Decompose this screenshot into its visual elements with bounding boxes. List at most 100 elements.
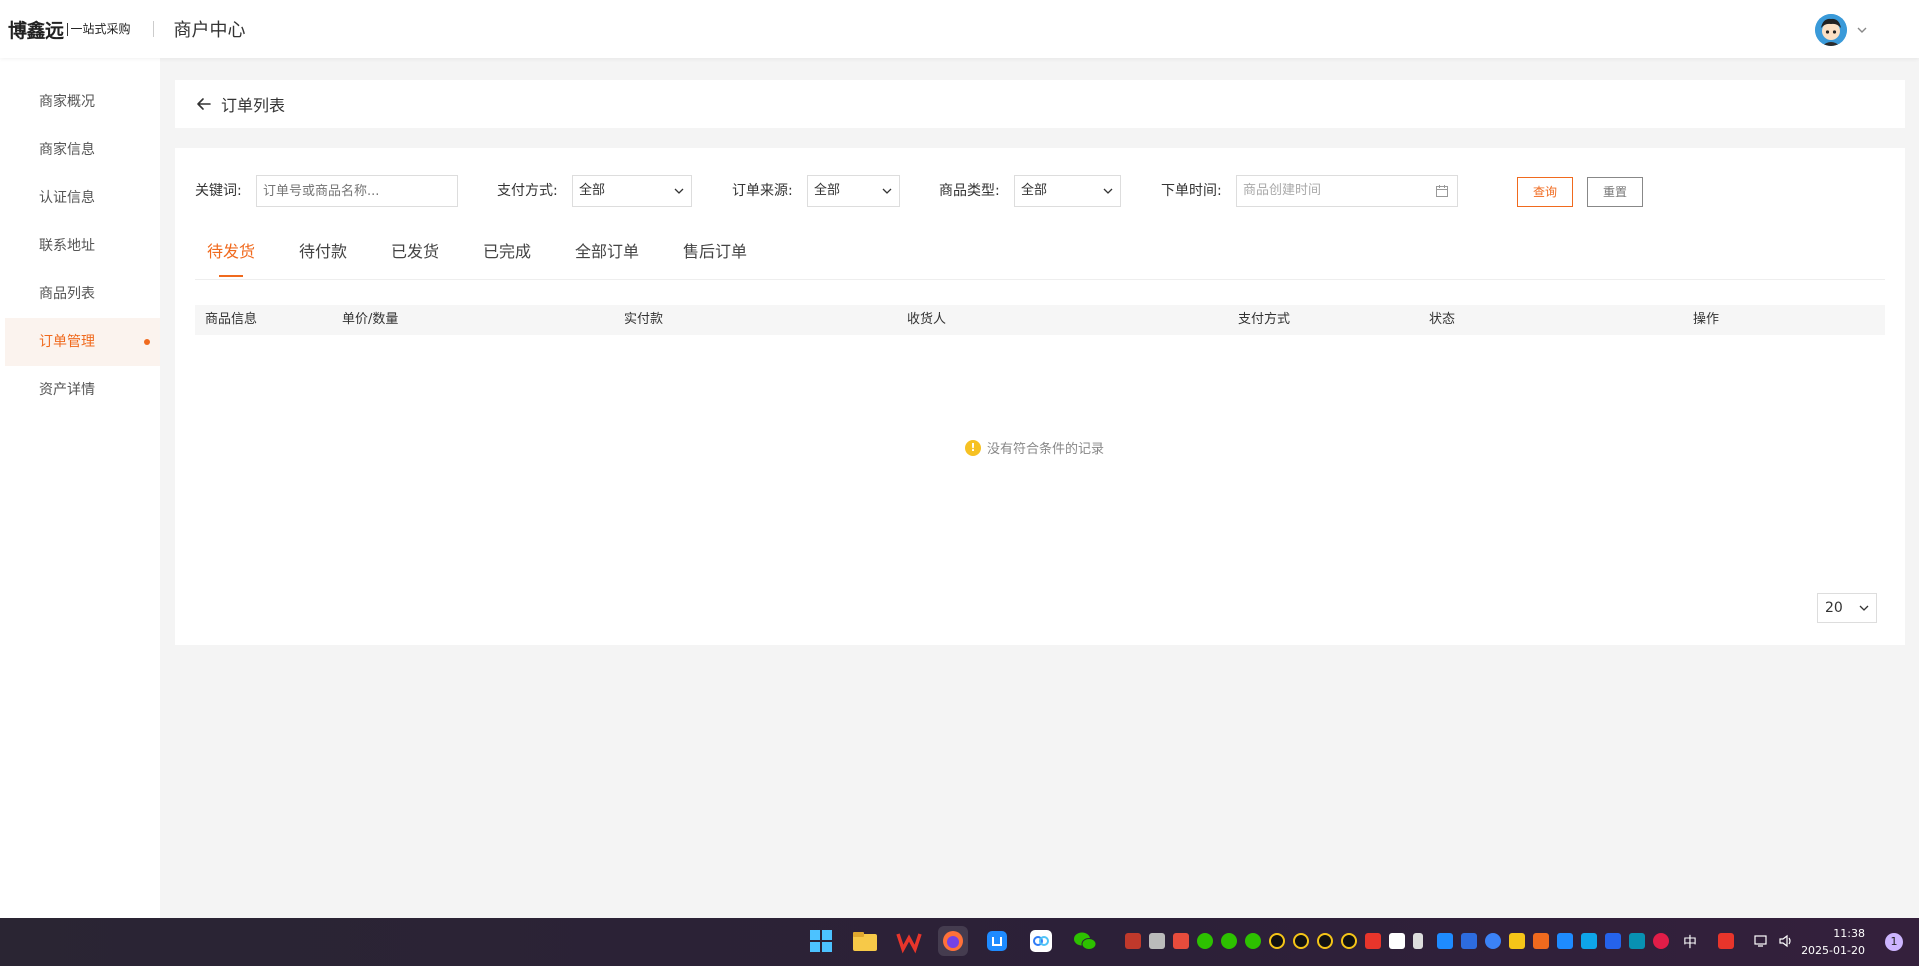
keyword-input[interactable] <box>256 175 458 207</box>
type-select[interactable]: 全部 <box>1014 175 1121 207</box>
volume-icon[interactable] <box>1778 933 1794 949</box>
chevron-down-icon <box>882 188 892 194</box>
keyword-label: 关键词: <box>195 183 242 199</box>
tab-shipped[interactable]: 已发货 <box>391 236 439 280</box>
logo-sub-text: 一站式采购 <box>66 22 131 36</box>
order-status-tabs: 待发货 待付款 已发货 已完成 全部订单 售后订单 <box>195 236 1885 280</box>
logo-main-text: 博鑫远 <box>8 19 64 42</box>
sidebar-item-merchant-info[interactable]: 商家信息 <box>5 126 160 174</box>
tray-wechat-icon[interactable] <box>1221 933 1237 949</box>
tray-app-icon[interactable] <box>1149 933 1165 949</box>
payment-value: 全部 <box>579 183 606 198</box>
sidebar-item-label: 资产详情 <box>39 382 95 398</box>
windows-taskbar: 中 11:38 2025-01-20 1 <box>0 918 1919 966</box>
back-arrow-icon[interactable] <box>195 95 213 113</box>
sidebar-item-assets[interactable]: 资产详情 <box>5 366 160 414</box>
tab-label: 已发货 <box>391 242 440 261</box>
chevron-down-icon <box>1103 188 1113 194</box>
firefox-icon[interactable] <box>938 926 968 956</box>
payment-label: 支付方式: <box>497 183 558 199</box>
tray-app-icon[interactable] <box>1461 933 1477 949</box>
time-label: 下单时间: <box>1161 183 1222 199</box>
avatar-icon <box>1815 14 1847 46</box>
notification-badge[interactable]: 1 <box>1885 933 1903 951</box>
column-header: 状态 <box>1429 312 1456 327</box>
tray-app-icon[interactable] <box>1509 933 1525 949</box>
tray-qq-icon[interactable] <box>1293 933 1309 949</box>
tab-completed[interactable]: 已完成 <box>483 236 531 280</box>
tray-app-icon[interactable] <box>1485 933 1501 949</box>
file-explorer-icon[interactable] <box>850 926 880 956</box>
sidebar-item-certification[interactable]: 认证信息 <box>5 174 160 222</box>
tray-app-icon[interactable] <box>1173 933 1189 949</box>
order-table-header: 商品信息 单价/数量 实付款 收货人 支付方式 状态 操作 <box>195 305 1885 335</box>
column-header: 实付款 <box>624 312 664 327</box>
active-tab-underline <box>219 275 244 277</box>
tray-app-icon[interactable] <box>1125 933 1141 949</box>
tray-app-icon[interactable] <box>1581 933 1597 949</box>
brand-logo[interactable]: 博鑫远 一站式采购 <box>8 16 131 43</box>
tray-usb-icon[interactable] <box>1413 933 1423 949</box>
header-title: 商户中心 <box>173 20 246 41</box>
wechat-icon[interactable] <box>1070 926 1100 956</box>
app-blue-icon[interactable] <box>982 926 1012 956</box>
network-icon[interactable] <box>1754 933 1770 949</box>
tab-label: 待发货 <box>207 242 256 261</box>
sidebar-item-label: 商家概况 <box>39 94 95 110</box>
tray-wps-icon[interactable] <box>1365 933 1381 949</box>
avatar[interactable] <box>1815 14 1847 46</box>
order-time-picker[interactable]: 商品创建时间 <box>1236 175 1458 207</box>
tray-qq-icon[interactable] <box>1269 933 1285 949</box>
tray-wechat-icon[interactable] <box>1245 933 1261 949</box>
page-size-value: 20 <box>1825 600 1843 616</box>
tray-app-icon[interactable] <box>1437 933 1453 949</box>
page-size-select[interactable]: 20 <box>1817 593 1877 623</box>
user-menu[interactable] <box>1815 14 1869 46</box>
tray-app-icon[interactable] <box>1653 933 1669 949</box>
type-value: 全部 <box>1021 183 1048 198</box>
calendar-icon <box>1436 185 1448 197</box>
tab-pending-shipment[interactable]: 待发货 <box>207 236 255 280</box>
source-select[interactable]: 全部 <box>807 175 900 207</box>
sidebar-item-address[interactable]: 联系地址 <box>5 222 160 270</box>
filter-bar: 关键词: 支付方式: 全部 订单来源: 全部 商品类型: 全部 下单时间: 商品… <box>195 175 1885 207</box>
tray-netdisk-icon[interactable] <box>1389 933 1405 949</box>
chevron-down-icon <box>1859 605 1869 611</box>
tray-qq-icon[interactable] <box>1317 933 1333 949</box>
system-clock[interactable]: 11:38 2025-01-20 <box>1801 925 1865 959</box>
tab-after-sales[interactable]: 售后订单 <box>683 236 747 280</box>
sidebar-item-products[interactable]: 商品列表 <box>5 270 160 318</box>
sidebar-item-orders[interactable]: 订单管理 <box>5 318 160 366</box>
chevron-down-icon[interactable] <box>1855 23 1869 37</box>
empty-state: ! 没有符合条件的记录 <box>965 438 1104 457</box>
column-header: 支付方式 <box>1238 312 1291 327</box>
tab-all-orders[interactable]: 全部订单 <box>575 236 639 280</box>
wps-office-icon[interactable] <box>894 926 924 956</box>
clock-time: 11:38 <box>1833 927 1865 940</box>
tray-app-icon[interactable] <box>1629 933 1645 949</box>
tray-app-icon[interactable] <box>1533 933 1549 949</box>
start-menu-icon[interactable] <box>806 926 836 956</box>
tray-qq-icon[interactable] <box>1341 933 1357 949</box>
ime-indicator[interactable]: 中 <box>1683 932 1697 952</box>
page-title: 订单列表 <box>221 96 286 115</box>
sogou-input-icon[interactable] <box>1718 933 1734 949</box>
tab-label: 全部订单 <box>575 242 640 261</box>
column-header: 商品信息 <box>205 312 258 327</box>
sidebar-item-overview[interactable]: 商家概况 <box>5 78 160 126</box>
chevron-down-icon <box>674 188 684 194</box>
top-header: 博鑫远 一站式采购 商户中心 <box>0 0 1919 58</box>
sidebar-item-label: 商家信息 <box>39 142 95 158</box>
empty-message: 没有符合条件的记录 <box>987 442 1105 457</box>
tab-label: 售后订单 <box>683 242 748 261</box>
tray-app-icon[interactable] <box>1605 933 1621 949</box>
payment-select[interactable]: 全部 <box>572 175 692 207</box>
sidebar-item-label: 联系地址 <box>39 238 95 254</box>
tray-app-icon[interactable] <box>1557 933 1573 949</box>
sidebar-item-label: 商品列表 <box>39 286 95 302</box>
tray-wechat-icon[interactable] <box>1197 933 1213 949</box>
query-button[interactable]: 查询 <box>1517 177 1573 207</box>
tab-pending-payment[interactable]: 待付款 <box>299 236 347 280</box>
baidu-netdisk-icon[interactable] <box>1026 926 1056 956</box>
reset-button[interactable]: 重置 <box>1587 177 1643 207</box>
